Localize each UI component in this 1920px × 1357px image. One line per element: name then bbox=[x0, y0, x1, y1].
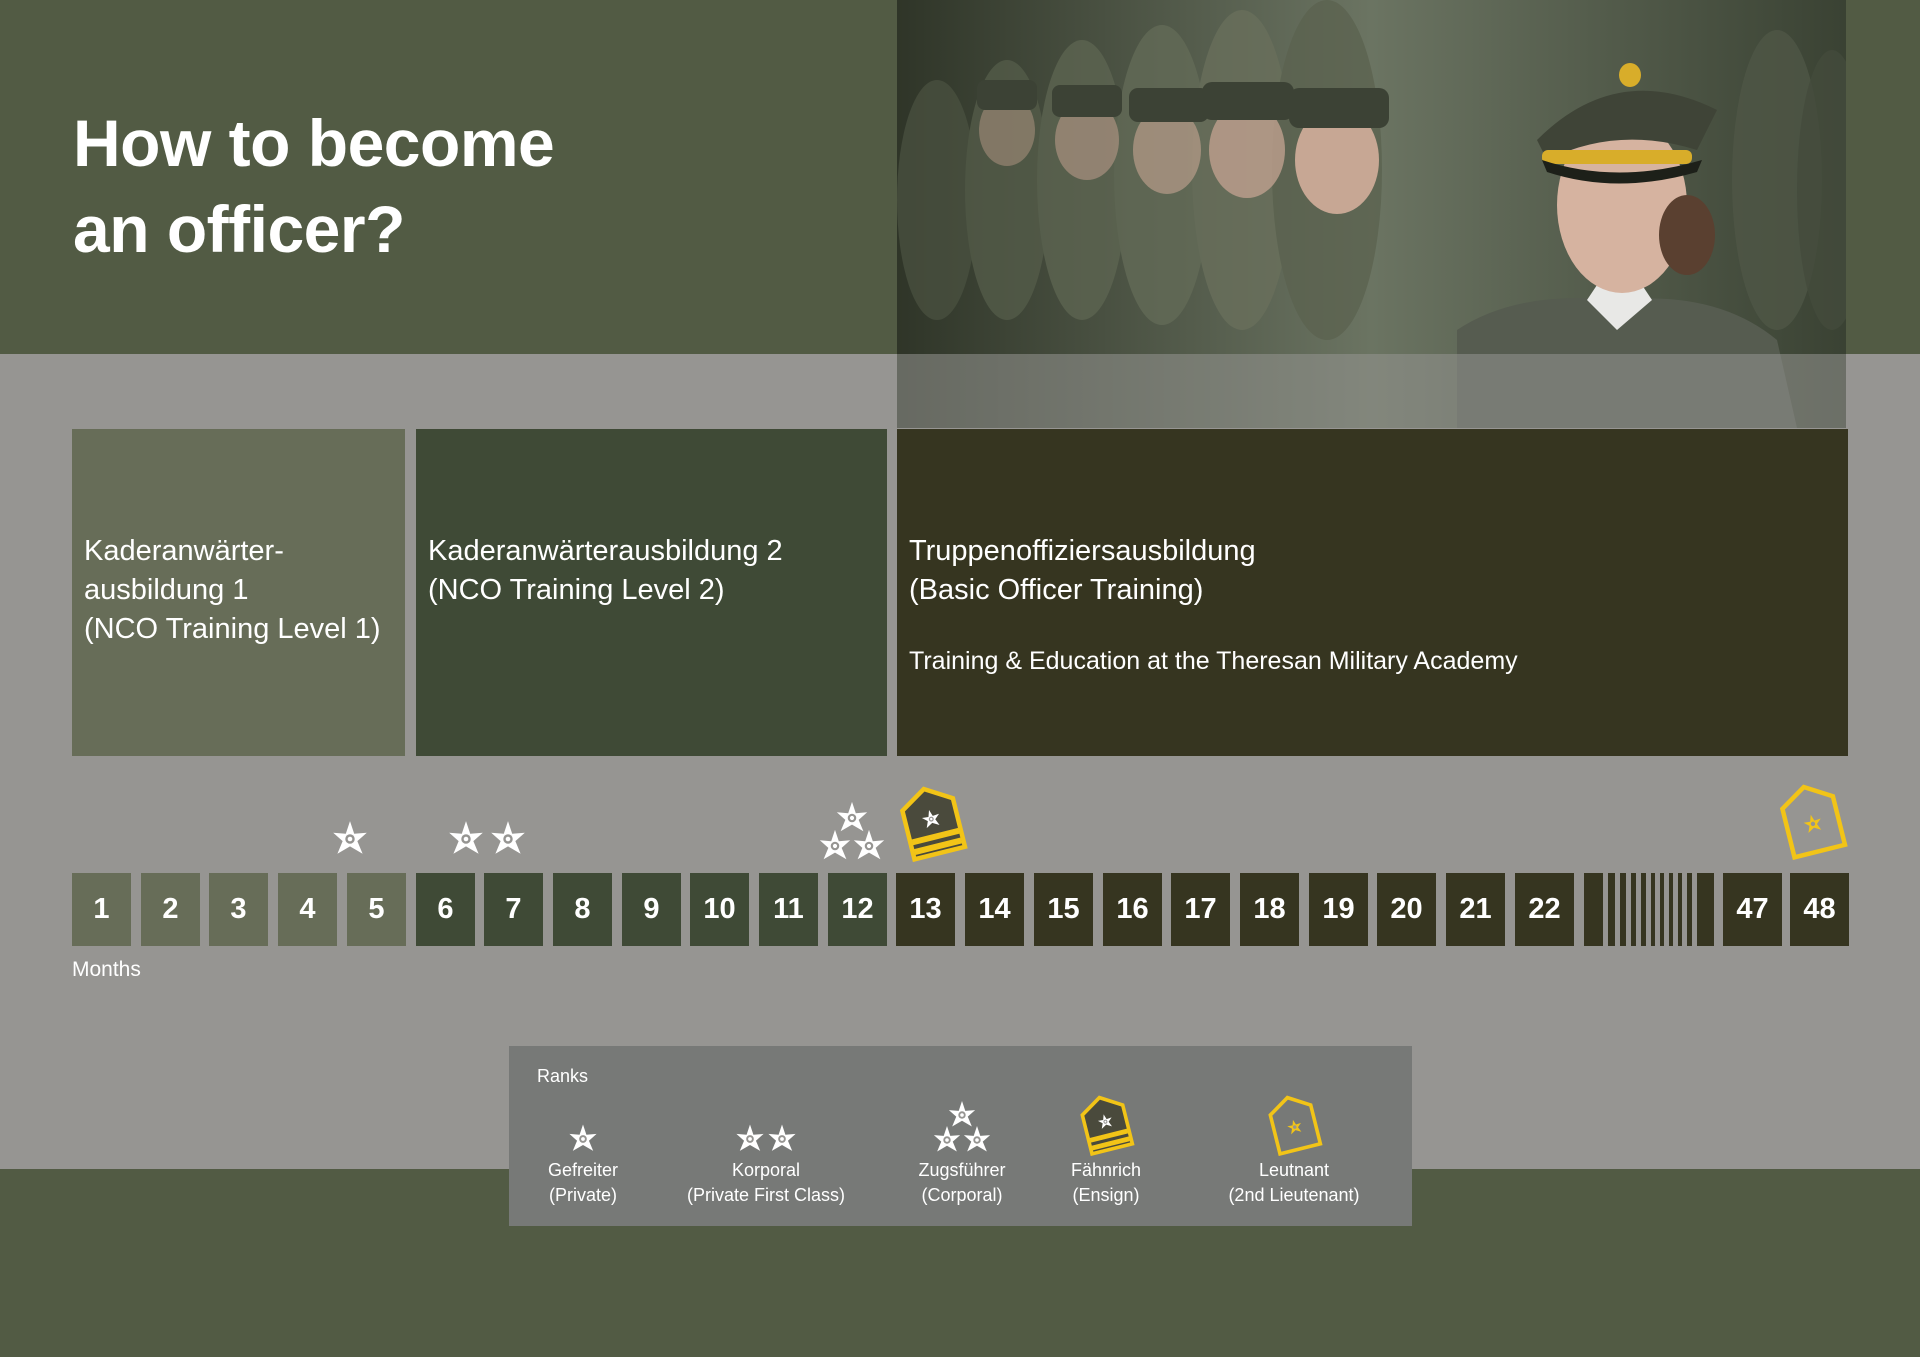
gap-stripe bbox=[1692, 873, 1697, 946]
gap-stripe bbox=[1655, 873, 1660, 946]
gap-stripe bbox=[1673, 873, 1678, 946]
month-box-7: 7 bbox=[484, 873, 543, 946]
gap-stripe bbox=[1603, 873, 1608, 946]
rank-marker-faehnrich bbox=[896, 782, 968, 862]
month-box-5: 5 bbox=[347, 873, 406, 946]
phase-1-line-1: Kaderanwärter- bbox=[84, 535, 284, 567]
gap-stripe bbox=[1682, 873, 1687, 946]
ranks-legend: Ranks Gefreiter (Private) Korporal (Priv… bbox=[509, 1046, 1412, 1226]
month-box-11: 11 bbox=[759, 873, 818, 946]
phase-1-line-3: (NCO Training Level 1) bbox=[84, 613, 381, 645]
month-box-47: 47 bbox=[1723, 873, 1782, 946]
month-box-1: 1 bbox=[72, 873, 131, 946]
month-box-14: 14 bbox=[965, 873, 1024, 946]
month-box-19: 19 bbox=[1309, 873, 1368, 946]
photo-soldiers-lineup bbox=[897, 0, 1846, 428]
legend-item-name: Korporal bbox=[731, 1160, 801, 1180]
legend-item-translation: (2nd Lieutenant) bbox=[1228, 1185, 1360, 1205]
legend-item-leutnant: Leutnant (2nd Lieutenant) bbox=[1209, 1081, 1379, 1208]
month-box-12: 12 bbox=[828, 873, 887, 946]
month-box-13: 13 bbox=[896, 873, 955, 946]
phase-3-line-2: (Basic Officer Training) bbox=[909, 574, 1204, 606]
legend-item-faehnrich: Fähnrich (Ensign) bbox=[1051, 1081, 1161, 1208]
gap-stripe bbox=[1626, 873, 1631, 946]
phase-block-nco-level-2: Kaderanwärterausbildung 2 (NCO Training … bbox=[416, 429, 887, 756]
title-line-2: an officer? bbox=[73, 192, 405, 266]
month-box-17: 17 bbox=[1171, 873, 1230, 946]
leutnant-insignia-icon bbox=[1265, 1081, 1323, 1156]
legend-item-name: Zugsführer bbox=[918, 1160, 1006, 1180]
legend-item-gefreiter: Gefreiter (Private) bbox=[543, 1081, 623, 1208]
month-box-2: 2 bbox=[141, 873, 200, 946]
gap-stripe bbox=[1664, 873, 1669, 946]
photo-fade-overlay bbox=[897, 354, 1846, 428]
month-box-20: 20 bbox=[1377, 873, 1436, 946]
phase-2-line-2: (NCO Training Level 2) bbox=[428, 574, 725, 606]
legend-item-translation: (Corporal) bbox=[921, 1185, 1003, 1205]
gefreiter-insignia-icon bbox=[566, 1081, 600, 1156]
title-line-1: How to become bbox=[73, 106, 555, 180]
phase-block-nco-level-1: Kaderanwärter- ausbildung 1 (NCO Trainin… bbox=[72, 429, 405, 756]
month-box-15: 15 bbox=[1034, 873, 1093, 946]
legend-item-translation: (Private) bbox=[548, 1185, 617, 1205]
rank-marker-leutnant bbox=[1776, 780, 1848, 860]
rank-marker-gefreiter bbox=[333, 821, 367, 854]
month-box-18: 18 bbox=[1240, 873, 1299, 946]
timeline-gap-indicator bbox=[1584, 873, 1714, 946]
phase-3-line-1: Truppenoffiziersausbildung bbox=[909, 535, 1256, 567]
legend-item-name: Leutnant bbox=[1258, 1160, 1330, 1180]
month-box-4: 4 bbox=[278, 873, 337, 946]
legend-item-translation: (Private First Class) bbox=[686, 1185, 845, 1205]
phase-1-line-2: ausbildung 1 bbox=[84, 574, 249, 606]
legend-item-korporal: Korporal (Private First Class) bbox=[666, 1081, 866, 1208]
legend-item-name: Gefreiter bbox=[547, 1160, 619, 1180]
month-box-22: 22 bbox=[1515, 873, 1574, 946]
month-box-6: 6 bbox=[416, 873, 475, 946]
legend-item-translation: (Ensign) bbox=[1072, 1185, 1140, 1205]
rank-marker-zugsfuehrer bbox=[819, 801, 885, 860]
faehnrich-insignia-icon bbox=[1077, 1081, 1135, 1156]
month-box-3: 3 bbox=[209, 873, 268, 946]
month-box-8: 8 bbox=[553, 873, 612, 946]
gap-stripe bbox=[1615, 873, 1620, 946]
month-box-16: 16 bbox=[1103, 873, 1162, 946]
zugsfuehrer-insignia-icon bbox=[930, 1081, 994, 1156]
month-box-21: 21 bbox=[1446, 873, 1505, 946]
phase-2-line-1: Kaderanwärterausbildung 2 bbox=[428, 535, 783, 567]
gap-stripe bbox=[1646, 873, 1651, 946]
gap-stripe bbox=[1636, 873, 1641, 946]
month-box-9: 9 bbox=[622, 873, 681, 946]
timeline-axis-label: Months bbox=[72, 958, 141, 981]
phase-block-officer-training: Truppenoffiziersausbildung (Basic Office… bbox=[897, 429, 1848, 756]
korporal-insignia-icon bbox=[733, 1081, 799, 1156]
month-box-10: 10 bbox=[690, 873, 749, 946]
legend-item-zugsfuehrer: Zugsführer (Corporal) bbox=[897, 1081, 1027, 1208]
phase-3-subtitle: Training & Education at the Theresan Mil… bbox=[909, 647, 1518, 675]
legend-item-name: Fähnrich bbox=[1070, 1160, 1142, 1180]
rank-marker-korporal bbox=[449, 821, 525, 854]
month-box-48: 48 bbox=[1790, 873, 1849, 946]
page-title: How to become an officer? bbox=[73, 100, 555, 272]
